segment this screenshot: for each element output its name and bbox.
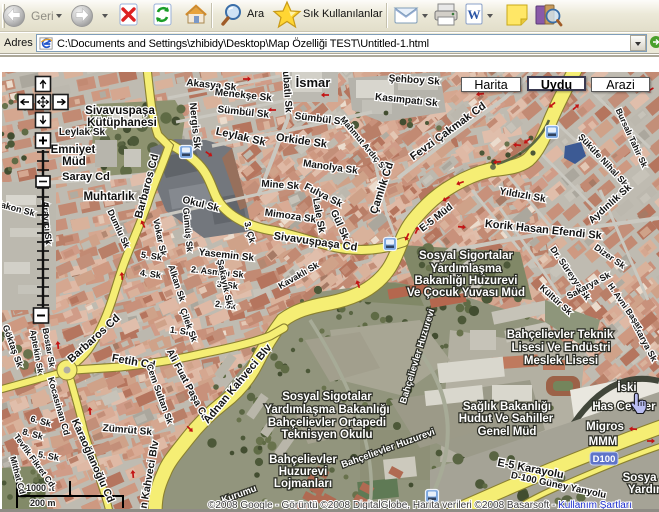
svg-text:W: W — [468, 7, 481, 22]
